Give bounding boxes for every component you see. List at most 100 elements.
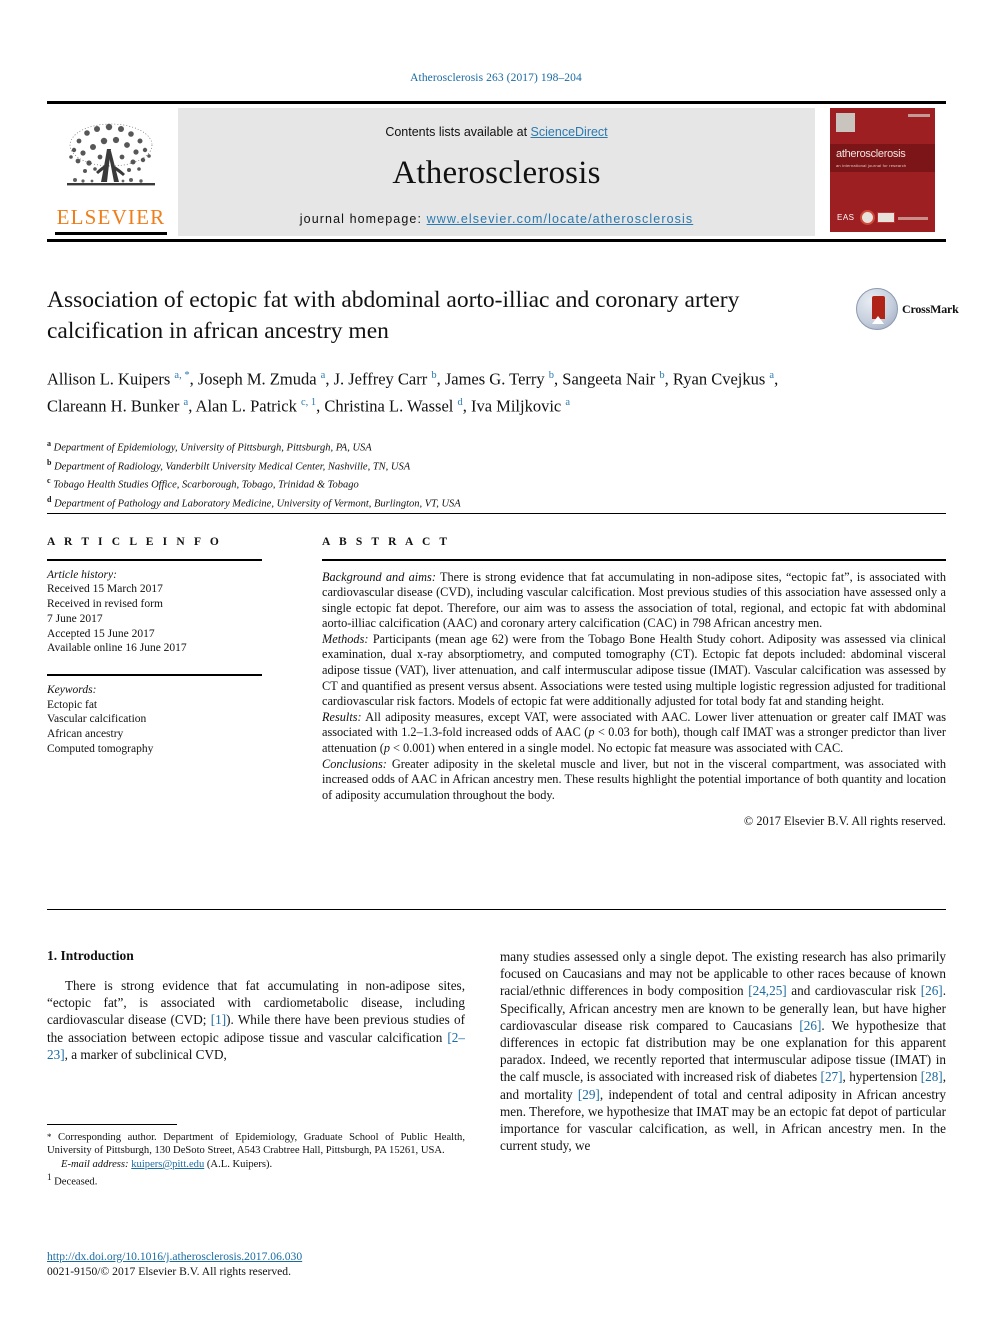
masthead-bottom-rule <box>47 239 946 242</box>
abstract-background-label: Background and aims: <box>322 569 436 584</box>
email-label: E-mail address: <box>61 1158 129 1170</box>
paper-page: Atherosclerosis 263 (2017) 198–204 ELSEV… <box>0 0 992 1323</box>
reference-link-26a[interactable]: [26] <box>921 983 943 998</box>
article-history-item: Available online 16 June 2017 <box>47 642 187 655</box>
doi-link[interactable]: http://dx.doi.org/10.1016/j.atherosclero… <box>47 1250 302 1263</box>
crossmark-triangle-icon <box>872 316 884 324</box>
journal-cover-art: atherosclerosis an international journal… <box>830 108 935 232</box>
author-list: Allison L. Kuipers a, *, Joseph M. Zmuda… <box>47 369 779 416</box>
journal-title: Atherosclerosis <box>392 155 601 191</box>
corresponding-author-text: Corresponding author. Department of Epid… <box>47 1132 465 1157</box>
reference-link-26b[interactable]: [26] <box>799 1018 821 1033</box>
cover-eas-rule <box>898 217 928 220</box>
reference-link-27[interactable]: [27] <box>821 1069 843 1084</box>
article-info-heading: A R T I C L E I N F O <box>47 536 222 548</box>
article-info-separator <box>47 674 262 676</box>
affiliation-marker: a <box>47 439 51 448</box>
title-block: Association of ectopic fat with abdomina… <box>47 285 837 417</box>
cover-eas-seal-icon <box>860 210 875 225</box>
journal-homepage-link[interactable]: www.elsevier.com/locate/atherosclerosis <box>427 212 694 226</box>
cover-elsevier-mark-icon <box>836 113 855 132</box>
affiliation-marker: b <box>47 457 52 467</box>
keyword-item: Ectopic fat <box>47 698 98 711</box>
email-footnote: E-mail address: kuipers@pitt.edu (A.L. K… <box>47 1158 465 1171</box>
affiliation-list: a Department of Epidemiology, University… <box>47 437 647 512</box>
homepage-prefix: journal homepage: <box>299 212 427 226</box>
elsevier-rule <box>55 232 167 235</box>
cover-journal-title: atherosclerosis <box>836 148 906 160</box>
deceased-text: Deceased. <box>51 1176 98 1188</box>
running-head: Atherosclerosis 263 (2017) 198–204 <box>410 72 582 84</box>
body-column-left: 1. Introduction There is strong evidence… <box>47 948 465 1063</box>
abstract-heading: A B S T R A C T <box>322 536 451 548</box>
elsevier-wordmark: ELSEVIER <box>56 205 166 229</box>
email-link[interactable]: kuipers@pitt.edu <box>131 1159 204 1170</box>
abstract-results-label: Results: <box>322 709 362 724</box>
article-info-rule <box>47 559 262 561</box>
keyword-item: Vascular calcification <box>47 713 147 726</box>
email-suffix: (A.L. Kuipers). <box>204 1158 273 1170</box>
affiliation-text: Tobago Health Studies Office, Scarboroug… <box>53 479 359 491</box>
info-band-bottom-rule <box>47 909 946 910</box>
abstract-copyright: © 2017 Elsevier B.V. All rights reserved… <box>743 814 946 829</box>
body-column-right: many studies assessed only a single depo… <box>500 948 946 1154</box>
keyword-item: Computed tomography <box>47 742 154 755</box>
crossmark-badge[interactable]: CrossMark <box>856 288 959 332</box>
affiliation-item: c Tobago Health Studies Office, Scarboro… <box>47 474 647 493</box>
reference-link-29[interactable]: [29] <box>578 1087 600 1102</box>
affiliation-text: Department of Pathology and Laboratory M… <box>54 498 461 510</box>
footnote-separator-rule <box>47 1124 177 1125</box>
article-history-group: Article history: Received 15 March 2017 R… <box>47 568 262 657</box>
affiliation-item: b Department of Radiology, Vanderbilt Un… <box>47 456 647 475</box>
masthead-top-rule <box>47 101 946 104</box>
article-history-item: Received in revised form <box>47 598 163 611</box>
abstract-conclusions-text: Greater adiposity in the skeletal muscle… <box>322 756 946 802</box>
intro-left-text-3: , a marker of subclinical CVD, <box>64 1046 227 1062</box>
intro-right-text-5: , hypertension <box>842 1069 921 1085</box>
affiliation-item: a Department of Epidemiology, University… <box>47 437 647 456</box>
crossmark-circle-icon <box>856 288 898 330</box>
abstract-rule <box>322 559 946 561</box>
abstract-background-paragraph: Background and aims: There is strong evi… <box>322 570 946 632</box>
elsevier-logo: ELSEVIER <box>47 104 175 239</box>
issn-copyright-line: 0021-9150/© 2017 Elsevier B.V. All right… <box>47 1265 291 1278</box>
journal-cover-thumbnail: atherosclerosis an international journal… <box>822 104 946 239</box>
article-history-item: Accepted 15 June 2017 <box>47 627 155 640</box>
abstract-conclusions-label: Conclusions: <box>322 756 387 771</box>
affiliation-text: Department of Radiology, Vanderbilt Univ… <box>54 461 411 473</box>
footer-identifiers: http://dx.doi.org/10.1016/j.atherosclero… <box>47 1249 547 1279</box>
contents-prefix: Contents lists available at <box>385 125 531 139</box>
article-history-items: Received 15 March 2017 Received in revise… <box>47 582 262 656</box>
introduction-paragraph-left: There is strong evidence that fat accumu… <box>47 977 465 1063</box>
abstract-methods-text: Participants (mean age 62) were from the… <box>322 631 946 709</box>
keywords-group: Keywords: Ectopic fat Vascular calcificat… <box>47 683 262 757</box>
page-title: Association of ectopic fat with abdomina… <box>47 287 740 344</box>
article-history-item: 7 June 2017 <box>47 612 103 625</box>
contents-available-line: Contents lists available at ScienceDirec… <box>178 125 815 139</box>
article-info-column: A R T I C L E I N F O Article history: R… <box>47 536 262 757</box>
journal-homepage-line: journal homepage: www.elsevier.com/locat… <box>178 212 815 226</box>
abstract-results-paragraph: Results: All adiposity measures, except … <box>322 710 946 757</box>
footnote-block: * Corresponding author. Department of Ep… <box>47 1131 465 1189</box>
affiliation-marker: d <box>47 495 52 505</box>
corresponding-author-footnote: * Corresponding author. Department of Ep… <box>47 1131 465 1158</box>
affiliation-marker: c <box>47 476 51 486</box>
reference-link-28[interactable]: [28] <box>921 1069 943 1084</box>
cover-journal-subtitle: an international journal for research <box>836 163 907 168</box>
abstract-conclusions-paragraph: Conclusions: Greater adiposity in the sk… <box>322 757 946 804</box>
sciencedirect-link[interactable]: ScienceDirect <box>531 125 608 139</box>
cover-eas-box-icon <box>877 212 895 223</box>
abstract-methods-label: Methods: <box>322 631 369 646</box>
reference-link-24-25[interactable]: [24,25] <box>748 983 786 998</box>
crossmark-label: CrossMark <box>902 302 959 316</box>
journal-masthead: ELSEVIER Contents lists available at Sci… <box>47 101 946 242</box>
abstract-results-text-3: < 0.001) when entered in a single model.… <box>389 741 844 756</box>
article-history-label: Article history: <box>47 568 117 581</box>
deceased-footnote: 1 Deceased. <box>47 1171 465 1189</box>
masthead-center: Contents lists available at ScienceDirec… <box>178 108 815 236</box>
reference-link-1[interactable]: [1] <box>211 1012 226 1027</box>
abstract-column: A B S T R A C T Background and aims: The… <box>322 536 946 830</box>
affiliation-text: Department of Epidemiology, University o… <box>53 442 372 454</box>
introduction-heading: 1. Introduction <box>47 948 134 963</box>
abstract-methods-paragraph: Methods: Participants (mean age 62) were… <box>322 632 946 710</box>
